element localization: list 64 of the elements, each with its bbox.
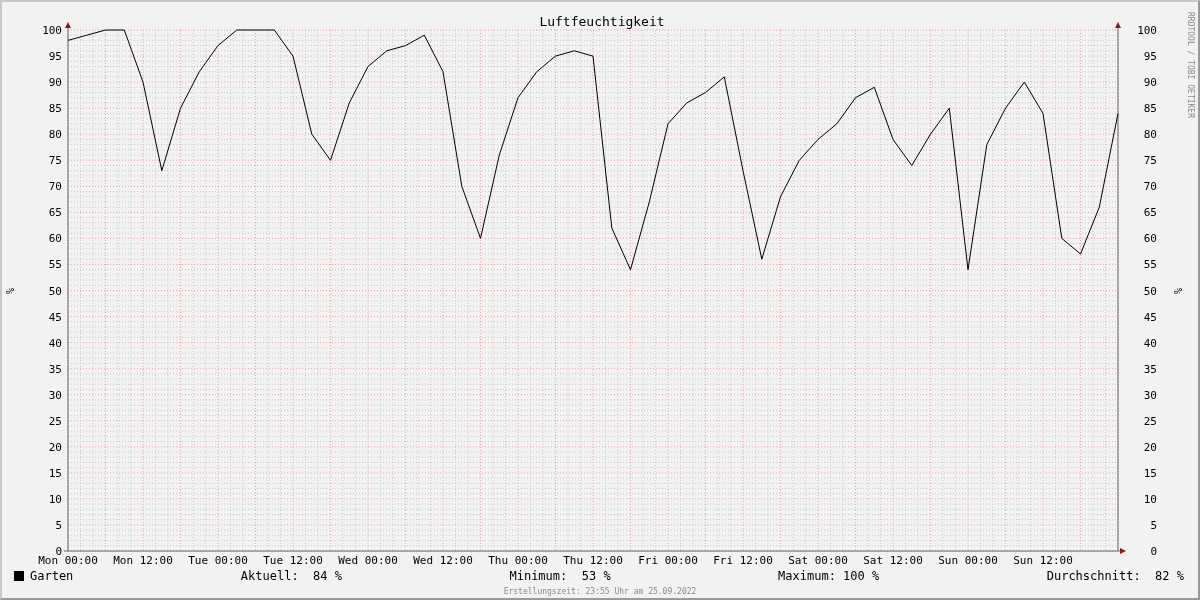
y-tick-label: 65 [1143, 206, 1157, 220]
y-tick-label: 30 [48, 388, 62, 402]
y-tick-label: 75 [48, 154, 62, 168]
y-tick-label: 0 [1150, 545, 1157, 558]
x-tick-label: Tue 00:00 [188, 554, 248, 567]
y-tick-label: 10 [1143, 492, 1157, 506]
y-tick-label: 15 [48, 466, 62, 480]
x-tick-label: Sun 12:00 [1013, 554, 1073, 567]
x-tick-label: Sun 00:00 [938, 554, 998, 567]
y-tick-label: 5 [1150, 518, 1157, 532]
x-tick-label: Thu 00:00 [488, 554, 548, 567]
y-tick-label: 80 [48, 128, 62, 142]
y-tick-label: 100 [1137, 24, 1157, 37]
x-tick-label: Fri 00:00 [638, 554, 698, 567]
y-tick-label: 25 [48, 414, 62, 428]
y-tick-label: 35 [48, 362, 62, 376]
y-tick-label: 55 [1143, 258, 1157, 272]
x-tick-label: Wed 12:00 [413, 554, 473, 567]
y-tick-label: 20 [48, 440, 62, 454]
y-tick-label: 5 [55, 518, 62, 532]
x-tick-label: Thu 12:00 [563, 554, 623, 567]
footer-text: Erstellungszeit: 23:55 Uhr am 25.09.2022 [503, 587, 697, 596]
y-tick-label: 100 [42, 24, 62, 37]
y-tick-label: 25 [1143, 414, 1157, 428]
y-tick-label: 95 [48, 50, 62, 64]
x-tick-label: Tue 12:00 [263, 554, 323, 567]
y-tick-label: 70 [1143, 180, 1157, 194]
y-tick-label: 95 [1143, 50, 1157, 64]
y-tick-label: 40 [48, 336, 62, 350]
legend-label: Garten [30, 569, 74, 583]
x-tick-label: Mon 12:00 [113, 554, 173, 567]
y-tick-label: 55 [48, 258, 62, 272]
y-tick-label: 20 [1143, 440, 1157, 454]
y-tick-label: 70 [48, 180, 62, 194]
maximum-value: Maximum: 100 % [778, 569, 880, 583]
y-tick-label: 10 [48, 492, 62, 506]
y-tick-label: 50 [1143, 284, 1157, 298]
average-value: Durchschnitt: 82 % [1046, 569, 1184, 583]
watermark-text: RRDTOOL / TOBI OETIKER [1186, 12, 1195, 118]
y-tick-label: 40 [1143, 336, 1157, 350]
y-tick-label: 85 [48, 102, 62, 116]
y-tick-label: 90 [48, 76, 62, 90]
y-tick-label: 85 [1143, 102, 1157, 116]
x-tick-label: Sat 00:00 [788, 554, 848, 567]
y-tick-label: 45 [1143, 310, 1157, 324]
y-tick-label: 60 [1143, 232, 1157, 246]
y-tick-label: 15 [1143, 466, 1157, 480]
y-tick-label: 60 [48, 232, 62, 246]
y-tick-label: 30 [1143, 388, 1157, 402]
y-tick-label: 75 [1143, 154, 1157, 168]
x-tick-label: Fri 12:00 [713, 554, 773, 567]
x-tick-label: Sat 12:00 [863, 554, 923, 567]
y-tick-label: 65 [48, 206, 62, 220]
x-tick-label: Wed 00:00 [338, 554, 398, 567]
chart-title: Luftfeuchtigkeit [539, 14, 665, 29]
y-tick-label: 80 [1143, 128, 1157, 142]
y-tick-label: 90 [1143, 76, 1157, 90]
y-tick-label: 45 [48, 310, 62, 324]
axis-label: % [1173, 288, 1184, 294]
axis-label: % [5, 288, 16, 294]
minimum-value: Minimum: 53 % [509, 569, 611, 583]
y-tick-label: 50 [48, 284, 62, 298]
y-tick-label: 35 [1143, 362, 1157, 376]
current-value: Aktuell: 84 % [240, 569, 342, 583]
